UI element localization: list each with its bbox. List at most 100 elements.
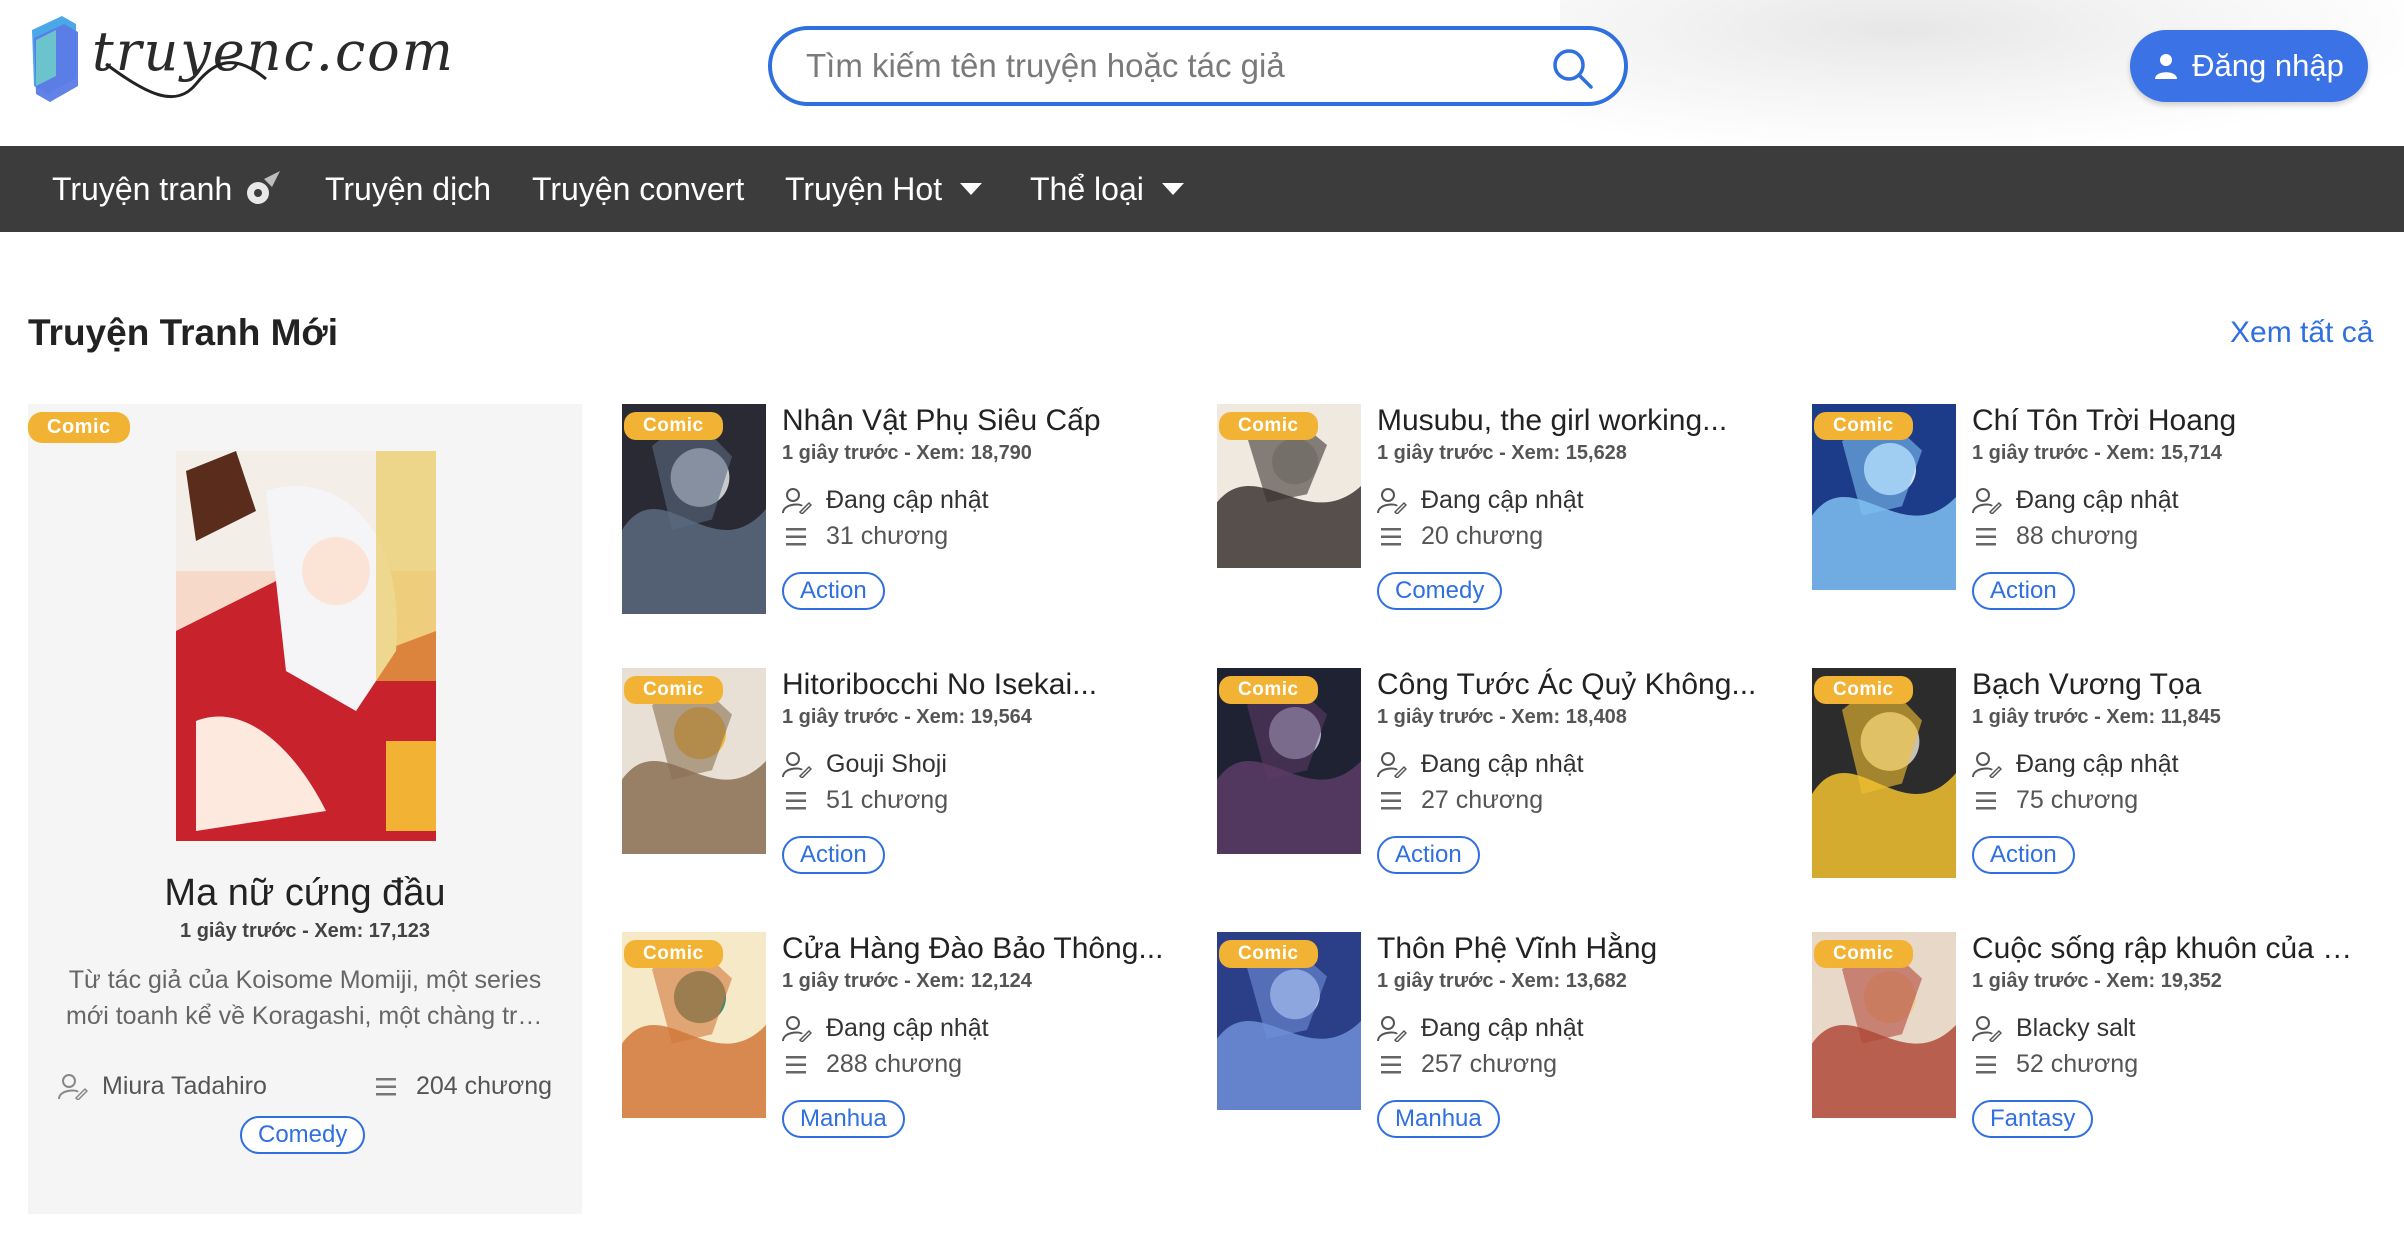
author-name: Đang cập nhật <box>2016 486 2179 514</box>
comic-meta: 1 giây trước - Xem: 19,564 <box>782 706 1032 728</box>
chapter-count: 51 chương <box>826 786 949 814</box>
comic-card[interactable]: Comic Cuộc sống rập khuôn của m... 1 giâ… <box>1812 932 2372 1162</box>
featured-title[interactable]: Ma nữ cứng đầu <box>28 872 582 915</box>
user-edit-icon <box>782 751 812 778</box>
spinning-icon <box>247 171 281 204</box>
chapter-count: 204 chương <box>416 1072 552 1100</box>
comic-card[interactable]: Comic Bạch Vương Tọa 1 giây trước - Xem:… <box>1812 668 2372 898</box>
list-icon <box>1976 527 1996 545</box>
comic-title[interactable]: Musubu, the girl working... <box>1377 404 1777 438</box>
comic-card[interactable]: Comic Chí Tôn Trời Hoang 1 giây trước - … <box>1812 404 2372 634</box>
chapter-count: 27 chương <box>1421 786 1544 814</box>
see-all-link[interactable]: Xem tất cả <box>2230 316 2373 350</box>
comic-badge: Comic <box>624 676 723 704</box>
genre-tag[interactable]: Manhua <box>782 1100 905 1138</box>
comic-card[interactable]: Comic Thôn Phệ Vĩnh Hằng 1 giây trước - … <box>1217 932 1777 1162</box>
site-header: truyenc.com Đăng nhập <box>0 0 2404 146</box>
comic-author: Blacky salt <box>1972 1014 2135 1043</box>
comic-card[interactable]: Comic Cửa Hàng Đào Bảo Thông... 1 giây t… <box>622 932 1182 1162</box>
user-edit-icon <box>1377 751 1407 778</box>
comic-title[interactable]: Bạch Vương Tọa <box>1972 668 2372 702</box>
chapter-count: 257 chương <box>1421 1050 1557 1078</box>
chevron-down-icon <box>960 183 983 195</box>
list-icon <box>786 791 806 809</box>
comic-title[interactable]: Cửa Hàng Đào Bảo Thông... <box>782 932 1182 966</box>
description-line: mới toanh kể về Koragashi, một chàng tra… <box>66 1002 544 1030</box>
comic-badge: Comic <box>1814 940 1913 968</box>
site-logo[interactable]: truyenc.com <box>26 14 453 110</box>
login-button[interactable]: Đăng nhập <box>2130 30 2368 102</box>
comic-badge: Comic <box>1814 676 1913 704</box>
comic-card[interactable]: Comic Musubu, the girl working... 1 giây… <box>1217 404 1777 634</box>
genre-tag[interactable]: Manhua <box>1377 1100 1500 1138</box>
comic-badge: Comic <box>624 412 723 440</box>
nav-item-label: Truyện tranh <box>52 170 233 207</box>
comic-title[interactable]: Nhân Vật Phụ Siêu Cấp <box>782 404 1182 438</box>
comic-card[interactable]: Comic Công Tước Ác Quỷ Không... 1 giây t… <box>1217 668 1777 898</box>
list-icon <box>1976 791 1996 809</box>
genre-tag[interactable]: Comedy <box>240 1116 366 1154</box>
comic-title[interactable]: Công Tước Ác Quỷ Không... <box>1377 668 1777 702</box>
genre-tag[interactable]: Action <box>782 836 885 874</box>
comic-title[interactable]: Chí Tôn Trời Hoang <box>1972 404 2372 438</box>
login-label: Đăng nhập <box>2192 48 2344 83</box>
nav-item-label: Truyện Hot <box>785 170 943 207</box>
comic-badge: Comic <box>1219 676 1318 704</box>
author-name: Đang cập nhật <box>1421 750 1584 778</box>
list-icon <box>1381 527 1401 545</box>
comic-chapters: 20 chương <box>1377 522 1543 551</box>
nav-item-truyen-hot[interactable]: Truyện Hot <box>785 146 983 232</box>
nav-item-label: Truyện dịch <box>325 170 491 207</box>
featured-cover-image[interactable] <box>176 451 436 841</box>
comic-author: Đang cập nhật <box>1972 486 2179 515</box>
featured-card[interactable]: Comic Ma nữ cứng đầu 1 giây trước - Xem:… <box>28 404 582 1214</box>
comic-meta: 1 giây trước - Xem: 15,714 <box>1972 442 2222 464</box>
comic-meta: 1 giây trước - Xem: 18,408 <box>1377 706 1627 728</box>
genre-tag[interactable]: Action <box>1972 836 2075 874</box>
search-input[interactable] <box>806 44 1506 88</box>
list-icon <box>1381 791 1401 809</box>
comic-chapters: 51 chương <box>782 786 948 815</box>
comic-chapters: 52 chương <box>1972 1050 2138 1079</box>
genre-tag[interactable]: Action <box>1377 836 1480 874</box>
comic-title[interactable]: Hitoribocchi No Isekai... <box>782 668 1182 702</box>
nav-item-truyen-tranh[interactable]: Truyện tranh <box>52 146 282 232</box>
comic-card[interactable]: Comic Hitoribocchi No Isekai... 1 giây t… <box>622 668 1182 898</box>
featured-meta: 1 giây trước - Xem: 17,123 <box>180 920 430 942</box>
genre-tag[interactable]: Action <box>782 572 885 610</box>
nav-item-truyen-dich[interactable]: Truyện dịch <box>325 146 491 232</box>
comic-author: Đang cập nhật <box>1972 750 2179 779</box>
genre-tag[interactable]: Action <box>1972 572 2075 610</box>
list-icon <box>1381 1055 1401 1073</box>
user-edit-icon <box>58 1073 88 1100</box>
user-edit-icon <box>782 487 812 514</box>
nav-item-the-loai[interactable]: Thể loại <box>1030 146 1184 232</box>
genre-tag[interactable]: Fantasy <box>1972 1100 2094 1138</box>
comic-author: Đang cập nhật <box>782 486 989 515</box>
comic-chapters: 27 chương <box>1377 786 1543 815</box>
comic-title[interactable]: Thôn Phệ Vĩnh Hằng <box>1377 932 1777 966</box>
user-edit-icon <box>1377 1015 1407 1042</box>
description-line: Từ tác giả của Koisome Momiji, một serie… <box>68 966 542 994</box>
author-name: Đang cập nhật <box>1421 1014 1584 1042</box>
chapter-count: 20 chương <box>1421 522 1544 550</box>
chapter-count: 31 chương <box>826 522 949 550</box>
user-icon <box>2155 54 2178 79</box>
logo-swash-icon <box>105 61 267 99</box>
list-icon <box>786 1055 806 1073</box>
author-name: Đang cập nhật <box>1421 486 1584 514</box>
list-icon <box>1976 1055 1996 1073</box>
comic-author: Đang cập nhật <box>782 1014 989 1043</box>
search-icon[interactable] <box>1550 46 1594 90</box>
comic-card[interactable]: Comic Nhân Vật Phụ Siêu Cấp 1 giây trước… <box>622 404 1182 634</box>
user-edit-icon <box>782 1015 812 1042</box>
user-edit-icon <box>1972 487 2002 514</box>
comic-meta: 1 giây trước - Xem: 12,124 <box>782 970 1032 992</box>
comic-chapters: 288 chương <box>782 1050 962 1079</box>
comic-author: Đang cập nhật <box>1377 1014 1584 1043</box>
genre-tag[interactable]: Comedy <box>1377 572 1503 610</box>
comic-author: Đang cập nhật <box>1377 486 1584 515</box>
nav-item-truyen-convert[interactable]: Truyện convert <box>532 146 744 232</box>
comic-title[interactable]: Cuộc sống rập khuôn của m... <box>1972 932 2372 966</box>
nav-item-label: Truyện convert <box>532 170 745 207</box>
